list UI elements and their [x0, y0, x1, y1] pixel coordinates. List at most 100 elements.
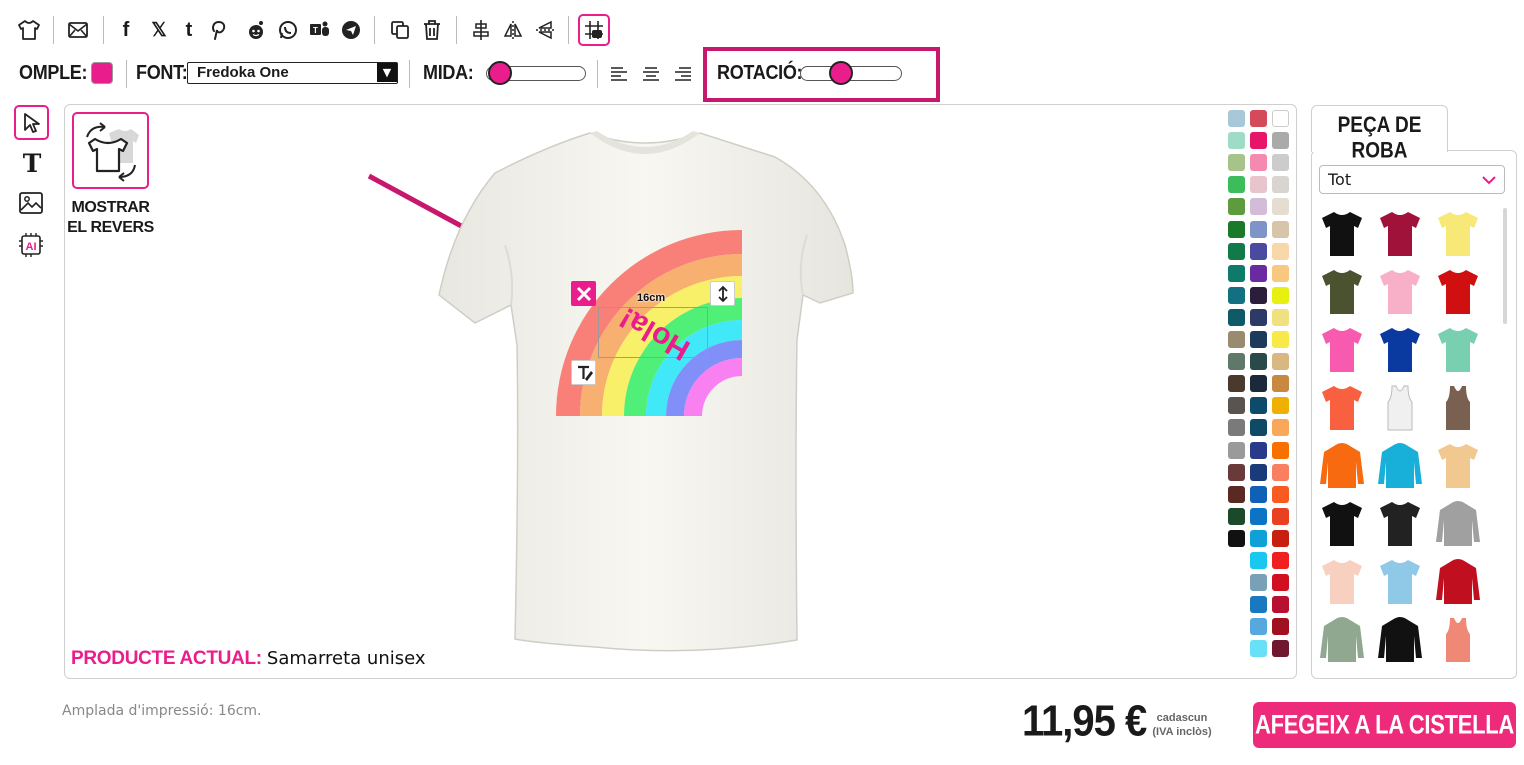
color-swatch[interactable]: [1272, 198, 1289, 216]
remove-element-icon[interactable]: [571, 281, 596, 306]
color-swatch[interactable]: [1250, 485, 1267, 503]
garment-royal-blue-tshirt[interactable]: [1374, 324, 1426, 376]
garment-brown-tank-top[interactable]: [1432, 382, 1484, 434]
color-swatch[interactable]: [1228, 441, 1245, 459]
color-swatch[interactable]: [1250, 220, 1267, 238]
color-swatch[interactable]: [1272, 242, 1289, 260]
color-swatch[interactable]: [1272, 132, 1289, 150]
color-swatch[interactable]: [1228, 375, 1245, 393]
color-swatch[interactable]: [1228, 353, 1245, 371]
reddit-icon[interactable]: [244, 18, 268, 42]
garment-filter-select[interactable]: Tot: [1319, 165, 1505, 194]
garment-olive-tshirt[interactable]: [1316, 266, 1368, 318]
color-swatch[interactable]: [1272, 507, 1289, 525]
garment-grey-hoodie[interactable]: [1432, 498, 1484, 550]
teams-icon[interactable]: T: [308, 18, 332, 42]
color-swatch[interactable]: [1250, 176, 1267, 194]
garment-red-tshirt[interactable]: [1432, 266, 1484, 318]
garment-sage-longsleeve[interactable]: [1316, 614, 1368, 666]
tab-garment[interactable]: PEÇA DE ROBA: [1311, 105, 1448, 163]
flip-vertical-icon[interactable]: [533, 18, 557, 42]
color-swatch[interactable]: [1272, 419, 1289, 437]
color-swatch[interactable]: [1228, 397, 1245, 415]
color-swatch[interactable]: [1272, 264, 1289, 282]
garment-burgundy-tshirt[interactable]: [1374, 208, 1426, 260]
garment-coral-womens-tshirt[interactable]: [1316, 382, 1368, 434]
garment-peach-tshirt[interactable]: [1316, 556, 1368, 608]
color-swatch[interactable]: [1250, 242, 1267, 260]
color-swatch[interactable]: [1250, 574, 1267, 592]
color-swatch[interactable]: [1228, 176, 1245, 194]
tumblr-icon[interactable]: t: [177, 18, 201, 42]
garment-black-orange-hoodie[interactable]: [1374, 614, 1426, 666]
pinterest-icon[interactable]: [207, 18, 231, 42]
color-swatch[interactable]: [1250, 198, 1267, 216]
color-swatch[interactable]: [1272, 640, 1289, 658]
telegram-icon[interactable]: [339, 18, 363, 42]
garment-pink-womens-tshirt[interactable]: [1374, 266, 1426, 318]
color-swatch[interactable]: [1250, 419, 1267, 437]
garment-gradient-blue-tshirt[interactable]: [1374, 556, 1426, 608]
color-swatch[interactable]: [1272, 375, 1289, 393]
panel-scrollbar[interactable]: [1503, 208, 1507, 324]
garment-white-tank-top[interactable]: [1374, 382, 1426, 434]
color-swatch[interactable]: [1250, 308, 1267, 326]
color-swatch[interactable]: [1272, 552, 1289, 569]
text-tool-icon[interactable]: T: [19, 149, 45, 178]
align-left-icon[interactable]: [607, 62, 631, 86]
color-swatch[interactable]: [1272, 154, 1289, 172]
color-swatch[interactable]: [1250, 463, 1267, 481]
color-swatch[interactable]: [1228, 485, 1245, 503]
select-tool-icon[interactable]: [14, 105, 49, 140]
garment-black-tshirt-2[interactable]: [1316, 498, 1368, 550]
color-swatch[interactable]: [1250, 441, 1267, 459]
garment-black-tshirt[interactable]: [1316, 208, 1368, 260]
color-swatch[interactable]: [1272, 574, 1289, 592]
ai-tool-icon[interactable]: AI: [18, 232, 44, 262]
show-back-button[interactable]: [72, 112, 149, 189]
color-swatch[interactable]: [1228, 264, 1245, 282]
color-swatch[interactable]: [1250, 331, 1267, 348]
color-swatch[interactable]: [1250, 353, 1267, 371]
color-swatch[interactable]: [1250, 640, 1267, 658]
color-swatch[interactable]: [1272, 220, 1289, 238]
flip-horizontal-icon[interactable]: [501, 18, 525, 42]
color-swatch[interactable]: [1250, 286, 1267, 304]
garment-turquoise-hoodie[interactable]: [1374, 440, 1426, 492]
color-swatch[interactable]: [1250, 375, 1267, 393]
delete-icon[interactable]: [420, 18, 444, 42]
duplicate-icon[interactable]: [388, 18, 412, 42]
color-swatch[interactable]: [1272, 308, 1289, 326]
garment-mint-tshirt[interactable]: [1432, 324, 1484, 376]
color-swatch[interactable]: [1250, 507, 1267, 525]
color-swatch[interactable]: [1228, 507, 1245, 525]
color-swatch[interactable]: [1272, 286, 1289, 304]
color-swatch[interactable]: [1250, 397, 1267, 415]
color-swatch[interactable]: [1250, 264, 1267, 282]
color-swatch[interactable]: [1272, 441, 1289, 459]
color-swatch[interactable]: [1272, 331, 1289, 348]
garment-red-varsity-jacket[interactable]: [1432, 556, 1484, 608]
color-swatch[interactable]: [1250, 529, 1267, 547]
color-swatch[interactable]: [1272, 353, 1289, 371]
garment-orange-hoodie[interactable]: [1316, 440, 1368, 492]
garment-salmon-tank-top[interactable]: [1432, 614, 1484, 666]
color-swatch[interactable]: [1228, 419, 1245, 437]
email-icon[interactable]: [66, 18, 90, 42]
color-swatch[interactable]: [1272, 110, 1289, 127]
resize-handle-icon[interactable]: [710, 281, 735, 306]
color-swatch[interactable]: [1228, 220, 1245, 238]
color-swatch[interactable]: [1272, 485, 1289, 503]
image-tool-icon[interactable]: [19, 192, 43, 218]
color-swatch[interactable]: [1228, 242, 1245, 260]
tshirt-icon[interactable]: [17, 18, 41, 42]
size-slider-knob[interactable]: [488, 61, 512, 85]
color-swatch[interactable]: [1228, 286, 1245, 304]
edit-text-icon[interactable]: [571, 360, 596, 385]
color-swatch[interactable]: [1250, 132, 1267, 150]
color-swatch[interactable]: [1250, 596, 1267, 614]
font-select[interactable]: Fredoka One ▼: [187, 62, 398, 84]
color-swatch[interactable]: [1272, 463, 1289, 481]
color-swatch[interactable]: [1228, 529, 1245, 547]
grid-icon[interactable]: [578, 14, 610, 46]
